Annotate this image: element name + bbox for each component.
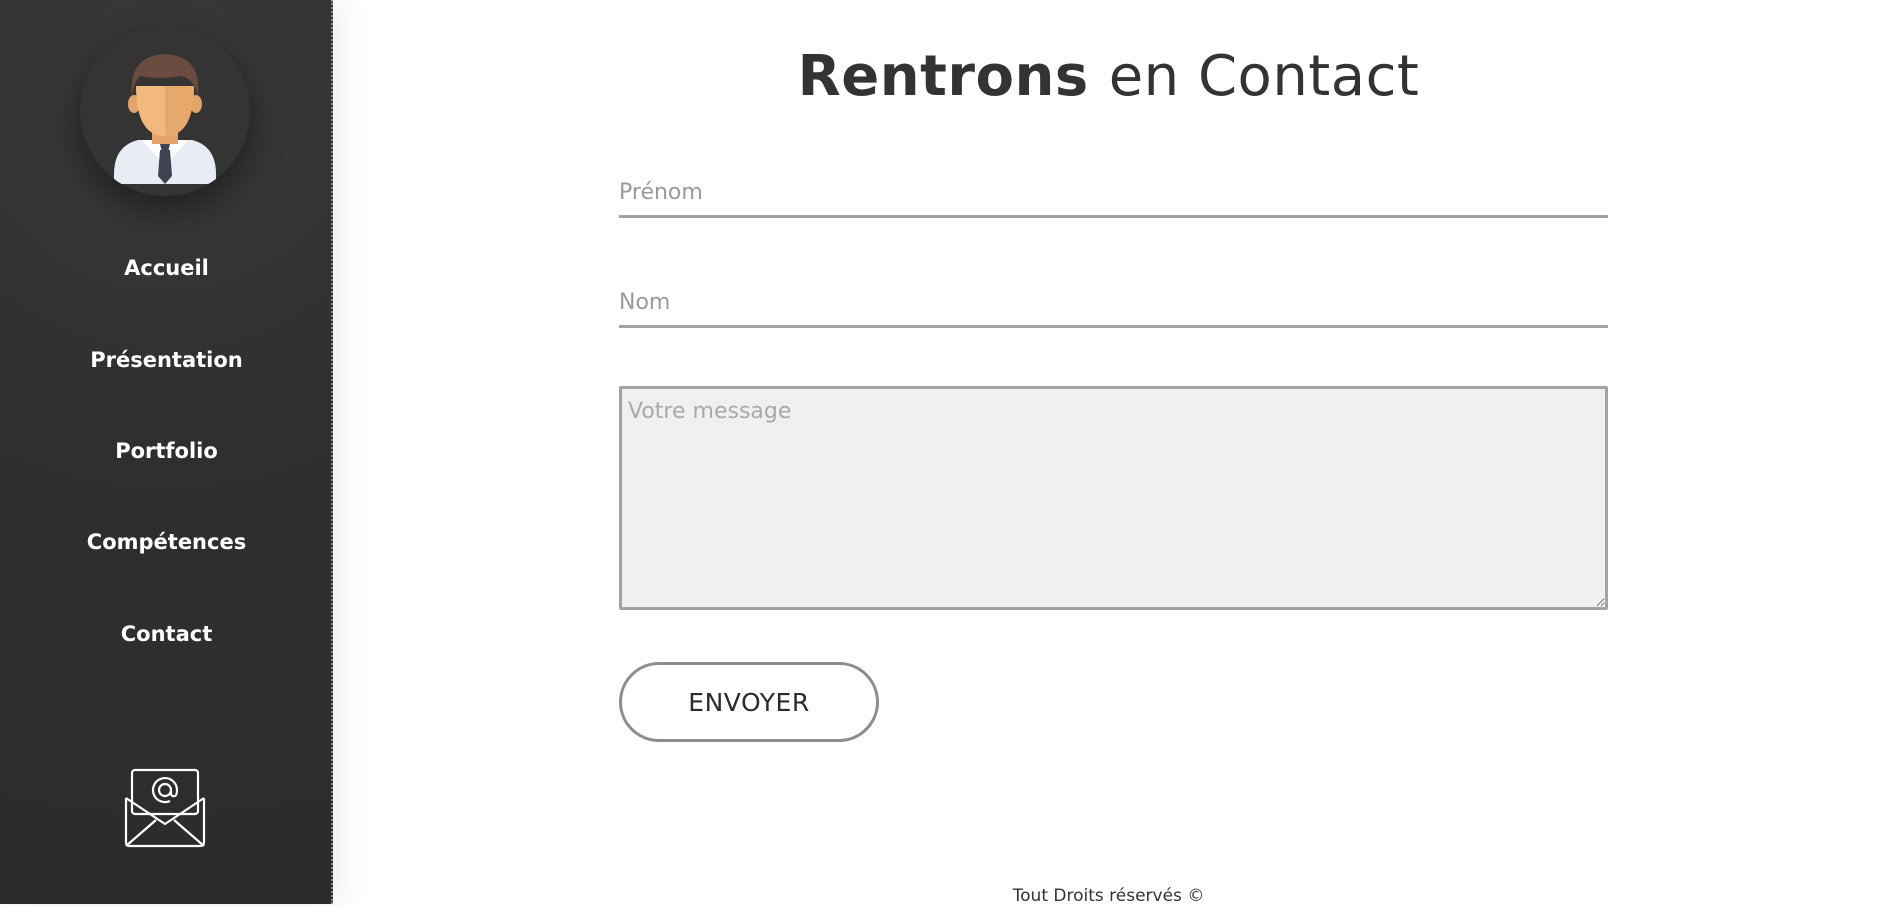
sidebar-item-competences[interactable]: Compétences [0, 530, 333, 554]
avatar [80, 26, 250, 196]
last-name-field[interactable] [619, 286, 1608, 328]
sidebar-item-portfolio[interactable]: Portfolio [0, 439, 333, 463]
footer-copyright: Tout Droits réservés © [1012, 886, 1205, 906]
sidebar: Accueil Présentation Portfolio Compétenc… [0, 0, 333, 904]
page-title-strong: Rentrons [797, 44, 1089, 109]
message-textarea[interactable] [619, 386, 1608, 610]
page-title-light: en Contact [1108, 44, 1420, 109]
sidebar-item-presentation[interactable]: Présentation [0, 348, 333, 372]
page-title: Rentrons en Contact [333, 44, 1884, 109]
envelope-at-icon[interactable] [124, 768, 206, 848]
sidebar-item-contact[interactable]: Contact [0, 622, 333, 646]
send-button[interactable]: ENVOYER [619, 662, 879, 742]
businessman-avatar-icon [114, 54, 216, 184]
first-name-field[interactable] [619, 176, 1608, 218]
main-content: Rentrons en Contact ENVOYER Tout Droits … [333, 0, 1884, 906]
sidebar-item-accueil[interactable]: Accueil [0, 256, 333, 280]
